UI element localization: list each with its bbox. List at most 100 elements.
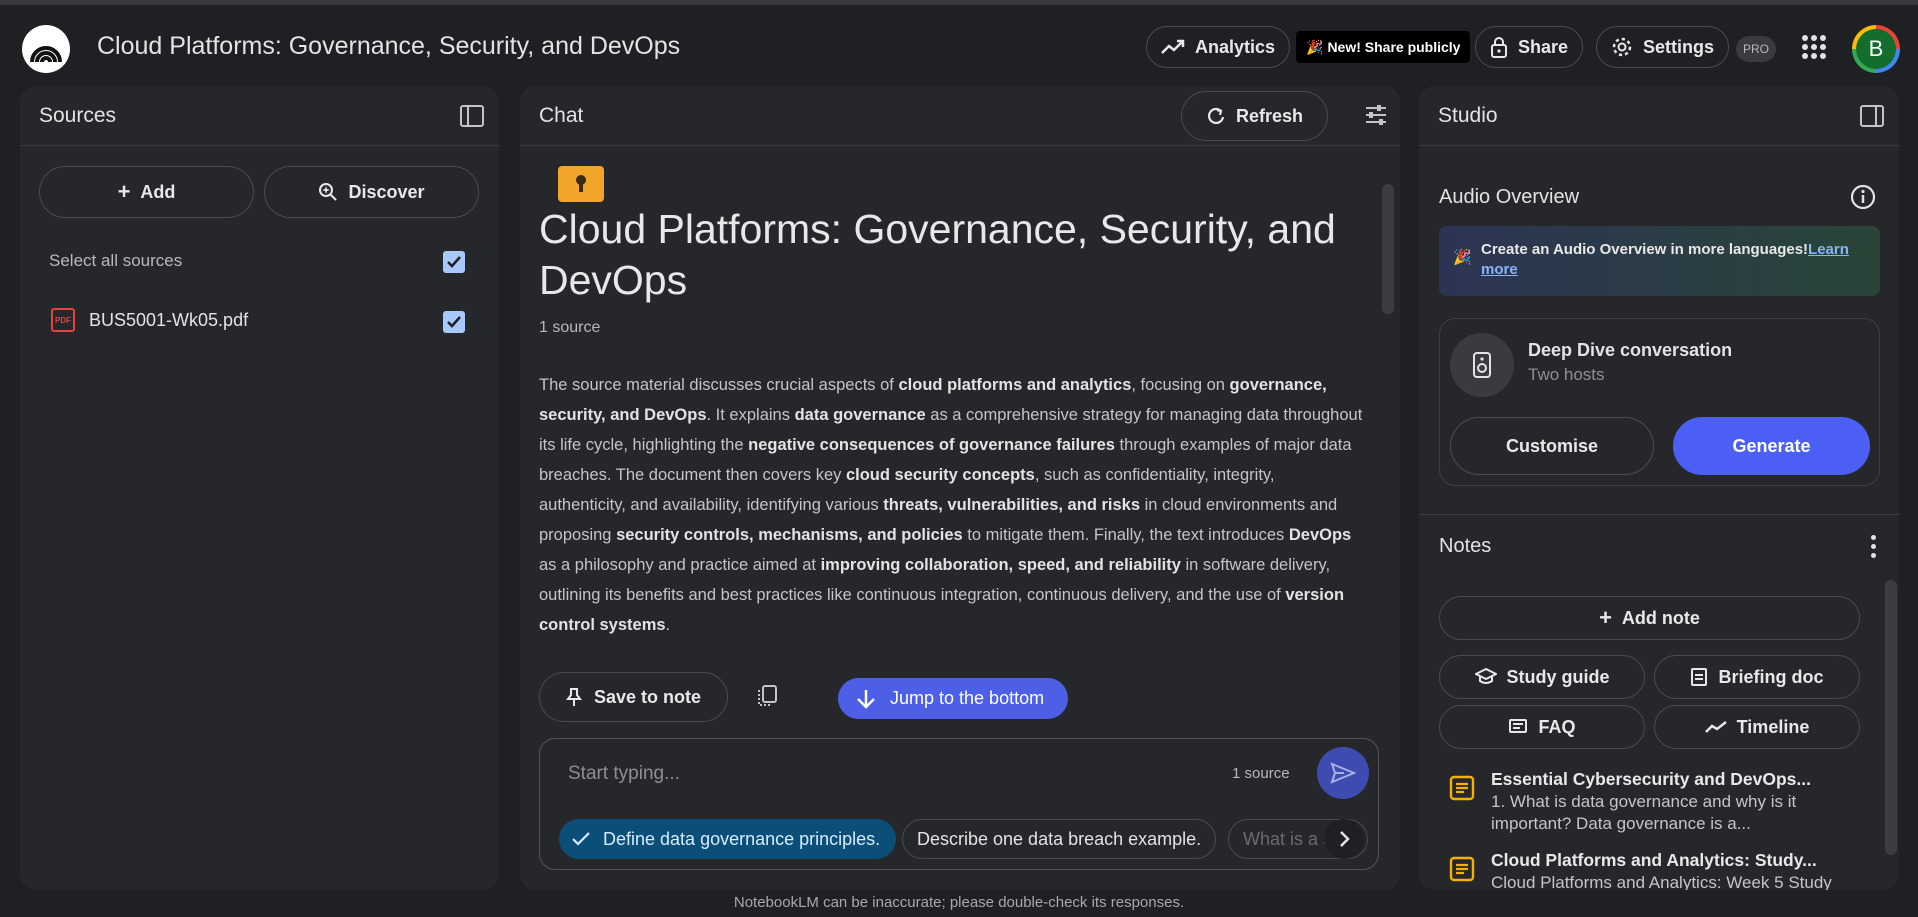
party-icon: 🎉	[1306, 38, 1324, 55]
summary-text: . It explains	[706, 406, 795, 424]
add-label: Add	[140, 181, 176, 202]
studio-title: Studio	[1438, 103, 1498, 127]
summary-text: as a philosophy and practice aimed at	[539, 556, 821, 574]
sources-title: Sources	[39, 103, 117, 127]
select-all-label: Select all sources	[49, 251, 183, 270]
discover-label: Discover	[348, 181, 425, 202]
summary-text: .	[665, 616, 671, 634]
share-label: Share	[1518, 36, 1569, 57]
settings-label: Settings	[1643, 36, 1715, 57]
copy-icon[interactable]	[756, 684, 778, 711]
suggestion-label: What is a s	[1243, 828, 1333, 849]
chevron-right-icon[interactable]	[1324, 819, 1364, 859]
deep-dive-subtitle: Two hosts	[1528, 365, 1605, 384]
collapse-panel-icon[interactable]	[459, 103, 485, 129]
send-button[interactable]	[1317, 747, 1369, 799]
avatar-initial: B	[1856, 29, 1896, 69]
note-preview: 1. What is data governance and why is it…	[1491, 792, 1797, 833]
pdf-icon: PDF	[51, 308, 75, 332]
summary-bold-text: negative consequences of governance fail…	[748, 436, 1115, 454]
summary-bold-text: DevOps	[1288, 526, 1352, 544]
arrow-down-icon	[857, 689, 875, 709]
faq-label: FAQ	[1538, 716, 1576, 737]
summary-text: , focusing on	[1131, 376, 1230, 394]
sources-panel: Sources + Add Discover Select all source…	[20, 86, 499, 890]
chat-panel: Chat Refresh Cloud Platforms: Governance…	[520, 86, 1400, 890]
notebook-title[interactable]: Cloud Platforms: Governance, Security, a…	[97, 32, 680, 61]
summary-text: to mitigate them. Finally, the text intr…	[962, 526, 1289, 544]
note-item[interactable]: Essential Cybersecurity and DevOps... 1.…	[1449, 769, 1849, 833]
gear-icon	[1612, 37, 1632, 57]
note-icon	[1449, 856, 1475, 882]
chat-header: Chat Refresh	[520, 86, 1400, 146]
discover-search-icon	[319, 183, 338, 201]
discover-button[interactable]: Discover	[264, 166, 479, 218]
tune-settings-icon[interactable]	[1364, 103, 1388, 127]
notebooklm-logo-icon[interactable]	[22, 25, 70, 73]
generate-button[interactable]: Generate	[1673, 417, 1870, 475]
suggestion-chip[interactable]: Define data governance principles.	[559, 819, 897, 859]
add-note-button[interactable]: + Add note	[1439, 596, 1860, 640]
info-icon[interactable]	[1849, 183, 1877, 211]
summary-bold-text: cloud platforms and analytics	[898, 376, 1132, 394]
app-header: Cloud Platforms: Governance, Security, a…	[0, 5, 1918, 85]
plus-icon: +	[1599, 605, 1612, 630]
audio-languages-banner: 🎉 Create an Audio Overview in more langu…	[1439, 226, 1880, 296]
disclaimer-footer: NotebookLM can be inaccurate; please dou…	[733, 894, 1185, 911]
chat-scrollbar[interactable]	[1382, 184, 1394, 314]
notebook-summary: The source material discusses crucial as…	[539, 370, 1364, 640]
jump-label: Jump to the bottom	[890, 688, 1045, 708]
notes-scrollbar[interactable]	[1885, 580, 1897, 855]
timeline-button[interactable]: Timeline	[1654, 705, 1860, 749]
add-source-button[interactable]: + Add	[39, 166, 254, 218]
jump-to-bottom-button[interactable]: Jump to the bottom	[838, 678, 1069, 719]
note-preview: Cloud Platforms and Analytics: Week 5 St…	[1491, 873, 1832, 890]
account-avatar[interactable]: B	[1852, 25, 1900, 73]
deep-dive-title: Deep Dive conversation	[1528, 340, 1733, 360]
source-checkbox[interactable]	[443, 311, 465, 333]
refresh-icon	[1208, 107, 1225, 124]
plus-icon: +	[117, 179, 131, 204]
new-share-label: New! Share publicly	[1327, 39, 1461, 55]
share-button[interactable]: Share	[1475, 26, 1584, 68]
summary-text: The source material discusses crucial as…	[539, 376, 899, 394]
save-to-note-button[interactable]: Save to note	[539, 672, 729, 722]
new-share-publicly-badge[interactable]: 🎉 New! Share publicly	[1296, 31, 1471, 63]
faq-icon	[1509, 719, 1528, 733]
trending-up-icon	[1161, 39, 1185, 54]
select-all-checkbox[interactable]	[443, 251, 465, 273]
source-name: BUS5001-Wk05.pdf	[89, 309, 249, 330]
settings-button[interactable]: Settings	[1596, 26, 1730, 68]
more-options-icon[interactable]	[1871, 535, 1877, 558]
banner-text: Create an Audio Overview in more languag…	[1481, 241, 1809, 258]
pin-icon	[566, 688, 582, 706]
chat-input-box: 1 source Define data governance principl…	[539, 738, 1379, 870]
analytics-button[interactable]: Analytics	[1146, 26, 1291, 68]
party-icon: 🎉	[1453, 249, 1472, 266]
faq-button[interactable]: FAQ	[1439, 705, 1645, 749]
check-icon	[572, 832, 590, 846]
refresh-label: Refresh	[1236, 105, 1304, 126]
check-icon	[447, 256, 461, 268]
input-source-count: 1 source	[1232, 765, 1290, 782]
note-item[interactable]: Cloud Platforms and Analytics: Study... …	[1449, 850, 1849, 890]
analytics-label: Analytics	[1195, 36, 1276, 57]
sources-header: Sources	[20, 86, 499, 146]
customise-button[interactable]: Customise	[1450, 417, 1654, 475]
collapse-panel-icon[interactable]	[1859, 103, 1885, 129]
source-item[interactable]: PDF BUS5001-Wk05.pdf	[51, 308, 248, 332]
summary-bold-text: security controls, mechanisms, and polic…	[616, 526, 963, 544]
suggestion-label: Define data governance principles.	[603, 828, 881, 849]
source-count: 1 source	[539, 319, 601, 336]
briefing-doc-button[interactable]: Briefing doc	[1654, 655, 1860, 699]
pro-badge: PRO	[1736, 36, 1777, 62]
chat-input[interactable]	[568, 759, 1208, 789]
refresh-button[interactable]: Refresh	[1181, 91, 1329, 141]
suggestion-chip[interactable]: Describe one data breach example.	[902, 819, 1217, 859]
apps-grid-icon[interactable]	[1802, 35, 1826, 59]
notebook-emoji-icon	[558, 166, 604, 202]
studio-header: Studio	[1419, 86, 1899, 146]
speaker-icon	[1450, 333, 1514, 397]
check-icon	[447, 316, 461, 328]
study-guide-button[interactable]: Study guide	[1439, 655, 1645, 699]
